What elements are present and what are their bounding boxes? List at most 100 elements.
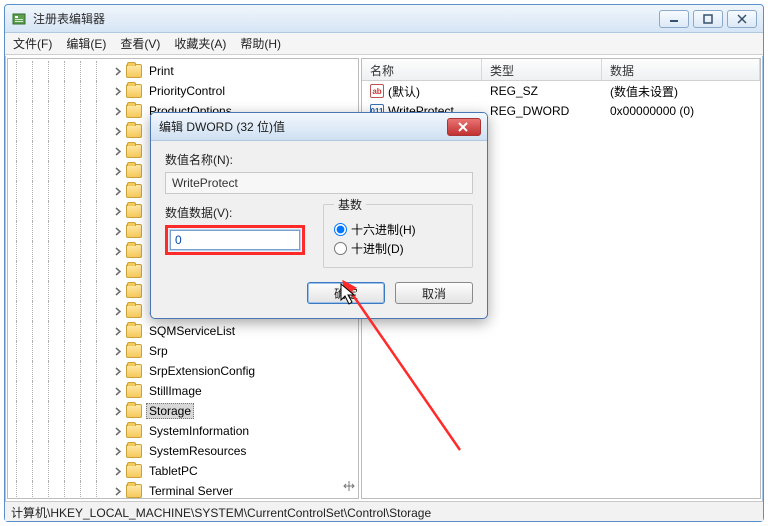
- tree-label: Print: [146, 63, 177, 79]
- tree-item[interactable]: SrpExtensionConfig: [8, 361, 358, 381]
- value-input[interactable]: [170, 230, 300, 250]
- expand-icon[interactable]: [112, 345, 124, 357]
- expand-icon[interactable]: [112, 325, 124, 337]
- folder-icon: [126, 364, 142, 378]
- folder-icon: [126, 424, 142, 438]
- expand-icon[interactable]: [112, 445, 124, 457]
- col-header-name[interactable]: 名称: [362, 59, 482, 80]
- value-name: (默认): [388, 83, 420, 100]
- menu-file[interactable]: 文件(F): [13, 35, 52, 52]
- folder-icon: [126, 184, 142, 198]
- expand-icon[interactable]: [112, 405, 124, 417]
- expand-icon[interactable]: [112, 305, 124, 317]
- tree-item[interactable]: PriorityControl: [8, 81, 358, 101]
- value-data: 0x00000000 (0): [602, 104, 760, 118]
- expand-icon[interactable]: [112, 485, 124, 497]
- ok-button[interactable]: 确定: [307, 282, 385, 304]
- value-type: REG_DWORD: [482, 104, 602, 118]
- expand-icon[interactable]: [112, 105, 124, 117]
- tree-item[interactable]: TabletPC: [8, 461, 358, 481]
- expand-icon[interactable]: [112, 185, 124, 197]
- tree-label: Storage: [146, 403, 194, 419]
- folder-icon: [126, 464, 142, 478]
- window-title: 注册表编辑器: [33, 10, 659, 27]
- tree-label: PriorityControl: [146, 83, 228, 99]
- list-row[interactable]: ab(默认)REG_SZ(数值未设置): [362, 81, 760, 101]
- folder-icon: [126, 404, 142, 418]
- expand-icon[interactable]: [112, 425, 124, 437]
- col-header-type[interactable]: 类型: [482, 59, 602, 80]
- expand-icon[interactable]: [112, 385, 124, 397]
- col-header-data[interactable]: 数据: [602, 59, 760, 80]
- expand-icon[interactable]: [112, 205, 124, 217]
- tree-item[interactable]: Storage: [8, 401, 358, 421]
- expand-icon[interactable]: [112, 465, 124, 477]
- tree-item[interactable]: Srp: [8, 341, 358, 361]
- expand-icon[interactable]: [112, 365, 124, 377]
- expand-icon[interactable]: [112, 65, 124, 77]
- menu-favorites[interactable]: 收藏夹(A): [174, 35, 226, 52]
- dialog-titlebar[interactable]: 编辑 DWORD (32 位)值: [151, 113, 487, 141]
- tree-label: Terminal Server: [146, 483, 236, 499]
- value-data: (数值未设置): [602, 83, 760, 100]
- tree-item[interactable]: SQMServiceList: [8, 321, 358, 341]
- folder-icon: [126, 104, 142, 118]
- dialog-close-button[interactable]: [447, 118, 481, 136]
- expand-icon[interactable]: [112, 245, 124, 257]
- expand-icon[interactable]: [112, 165, 124, 177]
- folder-icon: [126, 484, 142, 498]
- tree-item[interactable]: Terminal Server: [8, 481, 358, 499]
- titlebar[interactable]: 注册表编辑器: [5, 5, 763, 33]
- radix-label: 基数: [334, 196, 366, 213]
- tree-label: SQMServiceList: [146, 323, 238, 339]
- folder-icon: [126, 204, 142, 218]
- folder-icon: [126, 164, 142, 178]
- menu-view[interactable]: 查看(V): [120, 35, 160, 52]
- tree-label: SystemInformation: [146, 423, 252, 439]
- value-type: REG_SZ: [482, 84, 602, 98]
- tree-item[interactable]: SystemInformation: [8, 421, 358, 441]
- folder-icon: [126, 344, 142, 358]
- app-icon: [11, 11, 27, 27]
- maximize-button[interactable]: [693, 10, 723, 28]
- expand-icon[interactable]: [112, 145, 124, 157]
- tree-item[interactable]: SystemResources: [8, 441, 358, 461]
- name-display: WriteProtect: [165, 172, 473, 194]
- radix-dec-radio[interactable]: [334, 242, 347, 255]
- folder-icon: [126, 264, 142, 278]
- radix-hex-radio[interactable]: [334, 223, 347, 236]
- tree-label: SystemResources: [146, 443, 249, 459]
- statusbar: 计算机\HKEY_LOCAL_MACHINE\SYSTEM\CurrentCon…: [5, 501, 763, 521]
- value-input-highlight: [165, 225, 305, 255]
- tree-label: TabletPC: [146, 463, 201, 479]
- edit-dword-dialog: 编辑 DWORD (32 位)值 数值名称(N): WriteProtect 数…: [150, 112, 488, 319]
- tree-label: SrpExtensionConfig: [146, 363, 258, 379]
- expand-icon[interactable]: [112, 265, 124, 277]
- folder-icon: [126, 84, 142, 98]
- window-controls: [659, 10, 757, 28]
- expand-icon[interactable]: [112, 225, 124, 237]
- minimize-button[interactable]: [659, 10, 689, 28]
- folder-icon: [126, 304, 142, 318]
- tree-label: StillImage: [146, 383, 205, 399]
- tree-label: Srp: [146, 343, 171, 359]
- cancel-button[interactable]: 取消: [395, 282, 473, 304]
- tree-item[interactable]: Print: [8, 61, 358, 81]
- folder-icon: [126, 144, 142, 158]
- menu-edit[interactable]: 编辑(E): [66, 35, 106, 52]
- tree-item[interactable]: StillImage: [8, 381, 358, 401]
- folder-icon: [126, 64, 142, 78]
- name-label: 数值名称(N):: [165, 153, 233, 167]
- expand-icon[interactable]: [112, 285, 124, 297]
- folder-icon: [126, 384, 142, 398]
- expand-icon[interactable]: [112, 125, 124, 137]
- folder-icon: [126, 224, 142, 238]
- menu-help[interactable]: 帮助(H): [240, 35, 281, 52]
- folder-icon: [126, 284, 142, 298]
- folder-icon: [126, 124, 142, 138]
- close-button[interactable]: [727, 10, 757, 28]
- value-label: 数值数据(V):: [165, 206, 232, 220]
- expand-icon[interactable]: [112, 85, 124, 97]
- radix-dec-label: 十进制(D): [351, 240, 404, 257]
- scroll-indicator-icon: [342, 479, 356, 496]
